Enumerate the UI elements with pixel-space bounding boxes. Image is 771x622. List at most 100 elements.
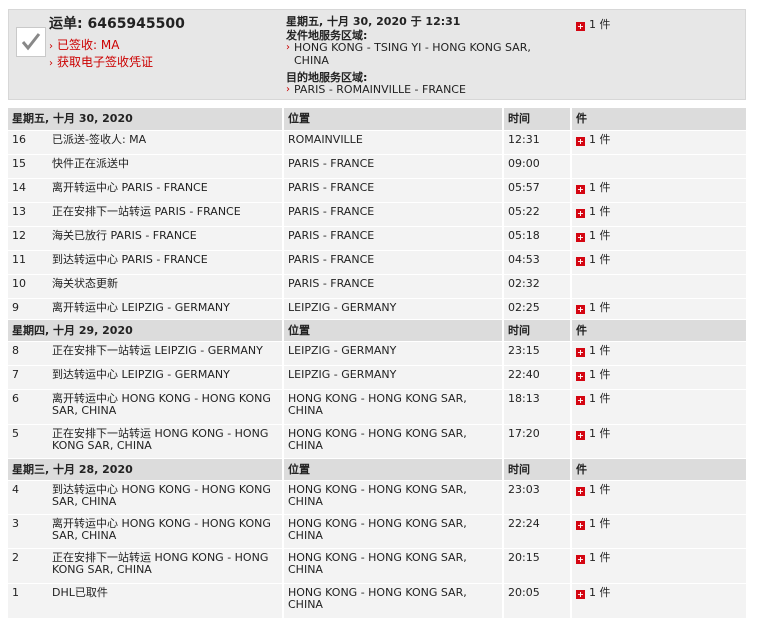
- row-pieces-cell[interactable]: +1 件: [570, 341, 746, 366]
- row-number: 7: [8, 365, 48, 390]
- expand-plus-icon[interactable]: +: [576, 430, 585, 440]
- chevron-right-icon: ›: [49, 58, 53, 69]
- group-date: 星期五, 十月 30, 2020: [8, 108, 283, 131]
- row-number: 6: [8, 389, 48, 425]
- proof-of-delivery-label: 获取电子签收凭证: [57, 55, 154, 69]
- row-pieces-cell[interactable]: +1 件: [570, 365, 746, 390]
- expand-plus-icon[interactable]: +: [576, 208, 585, 218]
- row-time: 20:05: [502, 583, 571, 619]
- row-description: 离开转运中心 HONG KONG - HONG KONG SAR, CHINA: [48, 514, 283, 549]
- row-pieces-cell[interactable]: +1 件: [570, 548, 746, 584]
- row-number: 9: [8, 298, 48, 320]
- pieces-summary-text: 1 件: [589, 18, 611, 31]
- column-header-location: 位置: [282, 108, 503, 131]
- row-location: HONG KONG - HONG KONG SAR, CHINA: [282, 514, 503, 549]
- row-pieces-cell[interactable]: +1 件: [570, 514, 746, 549]
- row-location: PARIS - FRANCE: [282, 250, 503, 275]
- column-header-pieces: 件: [570, 108, 746, 131]
- row-description: 快件正在派送中: [48, 154, 283, 179]
- row-number: 5: [8, 424, 48, 459]
- row-pieces: 1 件: [589, 132, 611, 146]
- row-number: 12: [8, 226, 48, 251]
- column-header-location: 位置: [282, 319, 503, 342]
- row-location: PARIS - FRANCE: [282, 178, 503, 203]
- pieces-summary[interactable]: +1 件: [576, 16, 611, 32]
- row-time: 17:20: [502, 424, 571, 459]
- expand-plus-icon[interactable]: +: [576, 589, 585, 599]
- row-number: 3: [8, 514, 48, 549]
- row-time: 23:03: [502, 480, 571, 515]
- chevron-right-icon: ›: [286, 84, 290, 95]
- row-time: 05:22: [502, 202, 571, 227]
- delivered-check-icon: [16, 27, 46, 57]
- row-pieces-cell[interactable]: +1 件: [570, 389, 746, 425]
- row-description: 正在安排下一站转运 HONG KONG - HONG KONG SAR, CHI…: [48, 424, 283, 459]
- row-pieces: 1 件: [589, 367, 611, 381]
- row-pieces-cell[interactable]: +1 件: [570, 480, 746, 515]
- row-description: 离开转运中心 HONG KONG - HONG KONG SAR, CHINA: [48, 389, 283, 425]
- table-row: 3 离开转运中心 HONG KONG - HONG KONG SAR, CHINA…: [8, 514, 746, 549]
- row-location: HONG KONG - HONG KONG SAR, CHINA: [282, 480, 503, 515]
- expand-plus-icon[interactable]: +: [576, 22, 585, 31]
- expand-plus-icon[interactable]: +: [576, 395, 585, 405]
- row-number: 2: [8, 548, 48, 584]
- expand-plus-icon[interactable]: +: [576, 554, 585, 564]
- row-description: 海关状态更新: [48, 274, 283, 299]
- row-pieces: 1 件: [589, 300, 611, 314]
- row-location: PARIS - FRANCE: [282, 226, 503, 251]
- row-pieces: 1 件: [589, 204, 611, 218]
- row-location: HONG KONG - HONG KONG SAR, CHINA: [282, 548, 503, 584]
- row-time: 12:31: [502, 130, 571, 155]
- expand-plus-icon[interactable]: +: [576, 304, 585, 314]
- row-time: 22:24: [502, 514, 571, 549]
- row-location: LEIPZIG - GERMANY: [282, 341, 503, 366]
- group-date: 星期三, 十月 28, 2020: [8, 458, 283, 481]
- expand-plus-icon[interactable]: +: [576, 136, 585, 146]
- row-time: 09:00: [502, 154, 571, 179]
- row-pieces: 1 件: [589, 585, 611, 599]
- row-pieces-cell[interactable]: +1 件: [570, 583, 746, 619]
- proof-of-delivery-link[interactable]: › 获取电子签收凭证: [49, 53, 153, 70]
- row-number: 11: [8, 250, 48, 275]
- row-pieces: 1 件: [589, 516, 611, 530]
- row-number: 4: [8, 480, 48, 515]
- expand-plus-icon[interactable]: +: [576, 486, 585, 496]
- row-time: 20:15: [502, 548, 571, 584]
- date-group-header: 星期四, 十月 29, 2020 位置 时间件: [8, 319, 746, 342]
- row-location: HONG KONG - HONG KONG SAR, CHINA: [282, 389, 503, 425]
- column-header-time: 时间: [502, 108, 571, 131]
- row-description: 到达转运中心 HONG KONG - HONG KONG SAR, CHINA: [48, 480, 283, 515]
- expand-plus-icon[interactable]: +: [576, 184, 585, 194]
- row-pieces-cell[interactable]: +1 件: [570, 226, 746, 251]
- row-pieces-cell[interactable]: +1 件: [570, 424, 746, 459]
- column-header-pieces: 件: [570, 319, 746, 342]
- row-pieces-cell[interactable]: +1 件: [570, 250, 746, 275]
- table-row: 7 到达转运中心 LEIPZIG - GERMANY LEIPZIG - GERMA…: [8, 365, 746, 390]
- row-description: 正在安排下一站转运 LEIPZIG - GERMANY: [48, 341, 283, 366]
- row-pieces: 1 件: [589, 550, 611, 564]
- expand-plus-icon[interactable]: +: [576, 347, 585, 357]
- column-header-time: 时间: [502, 458, 571, 481]
- row-description: 离开转运中心 PARIS - FRANCE: [48, 178, 283, 203]
- expand-plus-icon[interactable]: +: [576, 232, 585, 242]
- table-row: 5 正在安排下一站转运 HONG KONG - HONG KONG SAR, CH…: [8, 424, 746, 459]
- destination-value: › PARIS - ROMAINVILLE - FRANCE: [286, 83, 466, 96]
- destination-value-text: PARIS - ROMAINVILLE - FRANCE: [294, 83, 466, 96]
- row-pieces-cell[interactable]: +1 件: [570, 298, 746, 320]
- row-pieces: 1 件: [589, 426, 611, 440]
- table-row: 10 海关状态更新 PARIS - FRANCE 02:32: [8, 274, 746, 299]
- row-pieces-cell[interactable]: +1 件: [570, 202, 746, 227]
- row-time: 05:57: [502, 178, 571, 203]
- expand-plus-icon[interactable]: +: [576, 520, 585, 530]
- group-date: 星期四, 十月 29, 2020: [8, 319, 283, 342]
- expand-plus-icon[interactable]: +: [576, 256, 585, 266]
- row-pieces-cell[interactable]: +1 件: [570, 130, 746, 155]
- row-location: HONG KONG - HONG KONG SAR, CHINA: [282, 583, 503, 619]
- row-pieces: 1 件: [589, 180, 611, 194]
- date-group-header: 星期五, 十月 30, 2020 位置 时间件: [8, 108, 746, 131]
- delivery-status-text: 已签收: MA: [57, 38, 120, 52]
- row-description: 正在安排下一站转运 HONG KONG - HONG KONG SAR, CHI…: [48, 548, 283, 584]
- row-pieces-cell[interactable]: +1 件: [570, 178, 746, 203]
- row-location: ROMAINVILLE: [282, 130, 503, 155]
- expand-plus-icon[interactable]: +: [576, 371, 585, 381]
